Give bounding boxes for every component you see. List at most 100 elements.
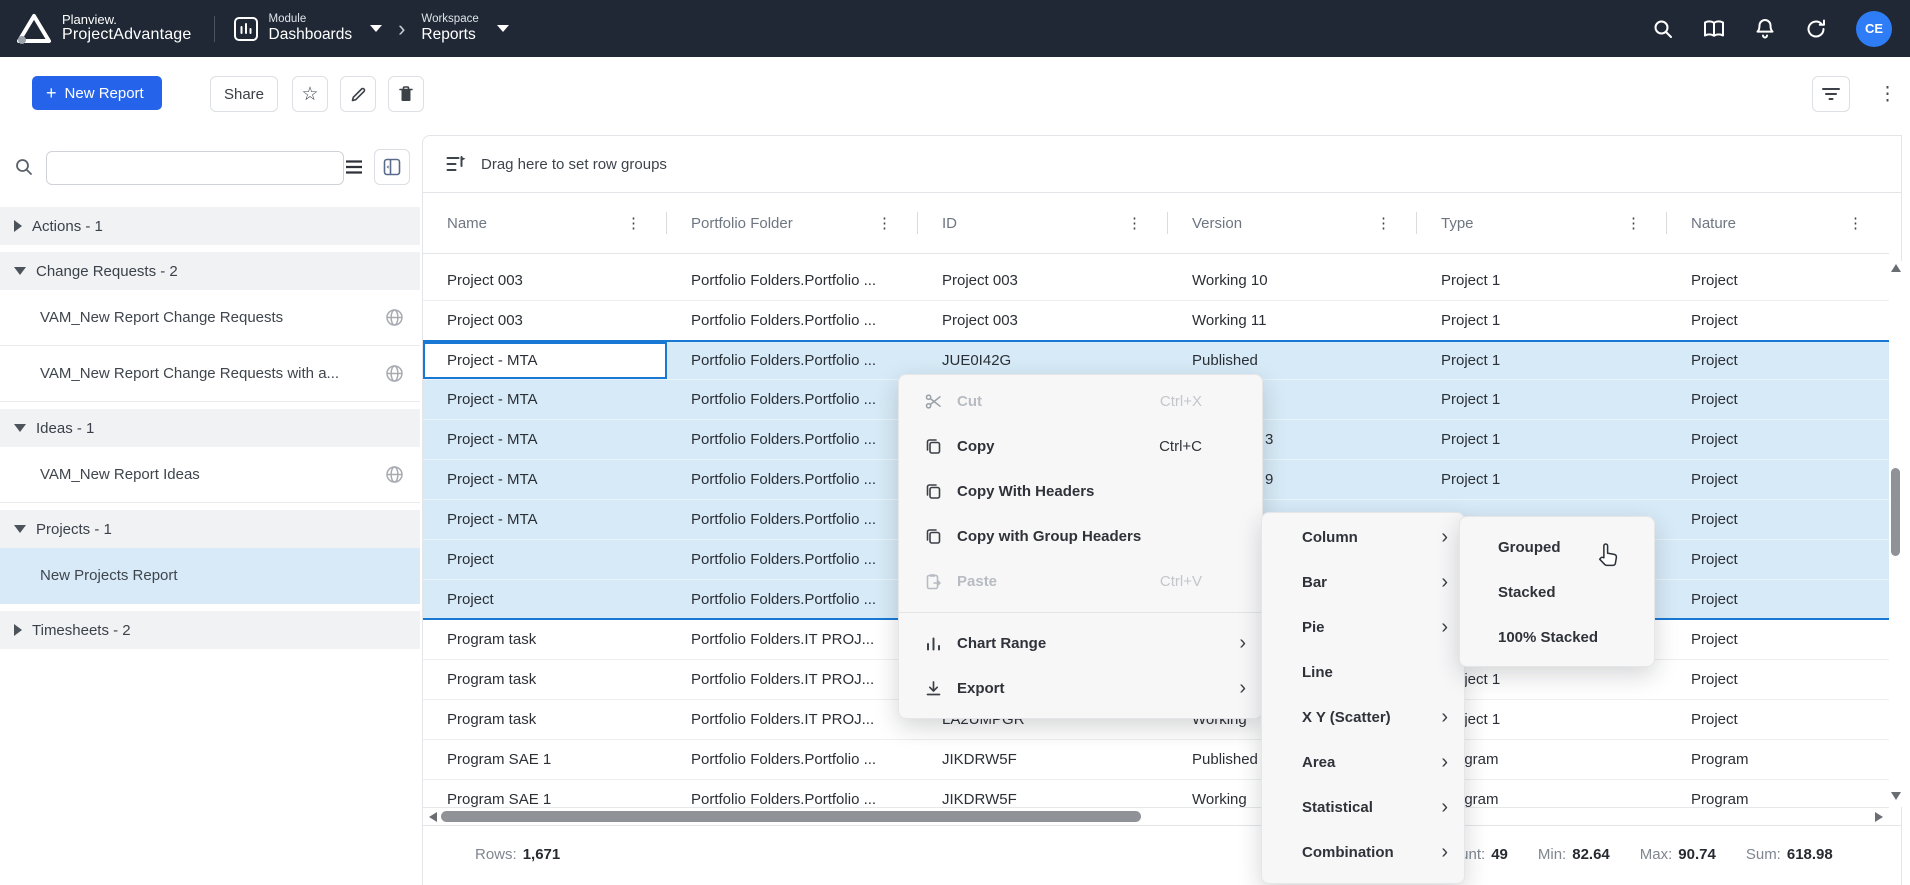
column-variant-item-100-stacked[interactable]: 100% Stacked xyxy=(1460,615,1654,660)
cell-type[interactable]: Project 1 xyxy=(1417,261,1667,300)
scroll-right-arrow[interactable] xyxy=(1875,812,1883,822)
sidebar-item-vam-new-report-ideas[interactable]: VAM_New Report Ideas xyxy=(0,447,420,503)
grid-row-2[interactable]: Project 003Portfolio Folders.Portfolio .… xyxy=(423,301,1889,341)
chart-type-item-x-y-scatter[interactable]: X Y (Scatter)› xyxy=(1262,695,1464,740)
cell-id[interactable]: Project 003 xyxy=(918,261,1168,300)
grid-row-13[interactable]: Program SAE 1Portfolio Folders.Portfolio… xyxy=(423,740,1889,780)
column-variant-item-stacked[interactable]: Stacked xyxy=(1460,570,1654,615)
search-icon[interactable] xyxy=(1652,18,1674,40)
sidebar-group-actions-1[interactable]: Actions - 1 xyxy=(0,207,420,245)
cell-portfolio[interactable]: Portfolio Folders.IT PROJ... xyxy=(667,620,918,659)
user-avatar[interactable]: CE xyxy=(1856,11,1892,47)
cell-nature[interactable]: Project xyxy=(1667,660,1889,699)
cell-nature[interactable]: Project xyxy=(1667,700,1889,739)
column-header-id[interactable]: ID⋮ xyxy=(918,193,1168,253)
chart-type-item-pie[interactable]: Pie› xyxy=(1262,605,1464,650)
grid-row-14[interactable]: Program SAE 1Portfolio Folders.Portfolio… xyxy=(423,780,1889,807)
column-menu-icon[interactable]: ⋮ xyxy=(1376,214,1391,232)
toolbar-kebab-menu-button[interactable]: ⋮ xyxy=(1872,76,1902,112)
cell-portfolio[interactable]: Portfolio Folders.Portfolio ... xyxy=(667,740,918,779)
chart-type-item-combination[interactable]: Combination› xyxy=(1262,830,1464,875)
cell-portfolio[interactable]: Portfolio Folders.Portfolio ... xyxy=(667,580,918,618)
cell-id[interactable]: JIKDRW5F xyxy=(918,780,1168,807)
cell-type[interactable]: Project 1 xyxy=(1417,460,1667,499)
cell-nature[interactable]: Project xyxy=(1667,261,1889,300)
cell-nature[interactable]: Project xyxy=(1667,420,1889,459)
cell-name[interactable]: Project - MTA xyxy=(423,500,667,539)
cell-portfolio[interactable]: Portfolio Folders.Portfolio ... xyxy=(667,780,918,807)
cell-portfolio[interactable]: Portfolio Folders.Portfolio ... xyxy=(667,261,918,300)
workspace-selector[interactable]: Workspace Reports xyxy=(421,13,508,44)
cell-portfolio[interactable]: Portfolio Folders.IT PROJ... xyxy=(667,700,918,739)
cell-portfolio[interactable]: Portfolio Folders.Portfolio ... xyxy=(667,342,918,379)
cell-name[interactable]: Program task xyxy=(423,700,667,739)
context-menu-item-cut[interactable]: CutCtrl+X xyxy=(899,379,1262,424)
chart-type-item-area[interactable]: Area› xyxy=(1262,740,1464,785)
sidebar-group-ideas-1[interactable]: Ideas - 1 xyxy=(0,409,420,447)
cell-name[interactable]: Project - MTA xyxy=(423,342,667,379)
cell-id[interactable]: Project 003 xyxy=(918,301,1168,340)
documentation-book-icon[interactable] xyxy=(1702,18,1726,40)
planview-logo[interactable]: Planview. ProjectAdvantage xyxy=(16,13,192,45)
share-button[interactable]: Share xyxy=(210,76,278,112)
context-menu-item-copy-with-group-headers[interactable]: Copy with Group Headers xyxy=(899,514,1262,559)
column-header-version[interactable]: Version⋮ xyxy=(1168,193,1417,253)
cell-portfolio[interactable]: Portfolio Folders.Portfolio ... xyxy=(667,380,918,419)
column-header-portfolio-folder[interactable]: Portfolio Folder⋮ xyxy=(667,193,918,253)
cell-name[interactable]: Project 003 xyxy=(423,301,667,340)
chart-type-item-statistical[interactable]: Statistical› xyxy=(1262,785,1464,830)
vertical-scrollbar[interactable] xyxy=(1889,261,1902,807)
column-header-nature[interactable]: Nature⋮ xyxy=(1667,193,1889,253)
chart-type-item-line[interactable]: Line xyxy=(1262,650,1464,695)
context-menu-item-paste[interactable]: PasteCtrl+V xyxy=(899,559,1262,604)
context-menu-item-copy-with-headers[interactable]: Copy With Headers xyxy=(899,469,1262,514)
edit-pencil-button[interactable] xyxy=(340,76,376,112)
sidebar-item-new-projects-report[interactable]: New Projects Report xyxy=(0,548,420,604)
chart-type-item-bar[interactable]: Bar› xyxy=(1262,560,1464,605)
cell-name[interactable]: Project - MTA xyxy=(423,420,667,459)
cell-portfolio[interactable]: Portfolio Folders.Portfolio ... xyxy=(667,500,918,539)
cell-name[interactable]: Project 003 xyxy=(423,261,667,300)
cell-portfolio[interactable]: Portfolio Folders.Portfolio ... xyxy=(667,540,918,579)
column-header-name[interactable]: Name⋮ xyxy=(423,193,667,253)
cell-type[interactable]: Project 1 xyxy=(1417,301,1667,340)
context-menu-item-export[interactable]: Export› xyxy=(899,666,1262,711)
cell-nature[interactable]: Project xyxy=(1667,580,1889,618)
horizontal-scrollbar[interactable] xyxy=(423,807,1889,827)
refresh-icon[interactable] xyxy=(1804,17,1828,41)
cell-nature[interactable]: Program xyxy=(1667,740,1889,779)
cell-type[interactable]: Project 1 xyxy=(1417,380,1667,419)
cell-type[interactable]: Project 1 xyxy=(1417,420,1667,459)
context-menu-item-chart-range[interactable]: Chart Range› xyxy=(899,621,1262,666)
scroll-down-arrow[interactable] xyxy=(1891,792,1901,800)
cell-name[interactable]: Project - MTA xyxy=(423,380,667,419)
list-options-icon[interactable] xyxy=(344,157,364,177)
cell-name[interactable]: Program SAE 1 xyxy=(423,740,667,779)
cell-name[interactable]: Project xyxy=(423,540,667,579)
column-header-type[interactable]: Type⋮ xyxy=(1417,193,1667,253)
scroll-left-arrow[interactable] xyxy=(429,812,437,822)
column-menu-icon[interactable]: ⋮ xyxy=(1848,214,1863,232)
cell-name[interactable]: Program SAE 1 xyxy=(423,780,667,807)
filter-button[interactable] xyxy=(1812,76,1850,112)
favorite-star-button[interactable]: ☆ xyxy=(292,76,328,112)
column-menu-icon[interactable]: ⋮ xyxy=(1127,214,1142,232)
vertical-scroll-thumb[interactable] xyxy=(1891,468,1900,556)
cell-name[interactable]: Program task xyxy=(423,660,667,699)
sidebar-item-vam-new-report-change-requests-with-a[interactable]: VAM_New Report Change Requests with a... xyxy=(0,346,420,402)
sidebar-item-vam-new-report-change-requests[interactable]: VAM_New Report Change Requests xyxy=(0,290,420,346)
context-menu-item-copy[interactable]: CopyCtrl+C xyxy=(899,424,1262,469)
sidebar-group-projects-1[interactable]: Projects - 1 xyxy=(0,510,420,548)
column-menu-icon[interactable]: ⋮ xyxy=(877,214,892,232)
cell-name[interactable]: Project - MTA xyxy=(423,460,667,499)
cell-version[interactable]: Working 11 xyxy=(1168,301,1417,340)
cell-nature[interactable]: Project xyxy=(1667,342,1889,379)
chart-type-item-column[interactable]: Column› xyxy=(1262,515,1464,560)
cell-nature[interactable]: Project xyxy=(1667,301,1889,340)
row-group-drop-zone[interactable]: Drag here to set row groups xyxy=(423,136,1901,193)
cell-portfolio[interactable]: Portfolio Folders.Portfolio ... xyxy=(667,460,918,499)
cell-nature[interactable]: Project xyxy=(1667,500,1889,539)
sidebar-group-change-requests-2[interactable]: Change Requests - 2 xyxy=(0,252,420,290)
column-menu-icon[interactable]: ⋮ xyxy=(1626,214,1641,232)
scroll-up-arrow[interactable] xyxy=(1891,264,1901,272)
